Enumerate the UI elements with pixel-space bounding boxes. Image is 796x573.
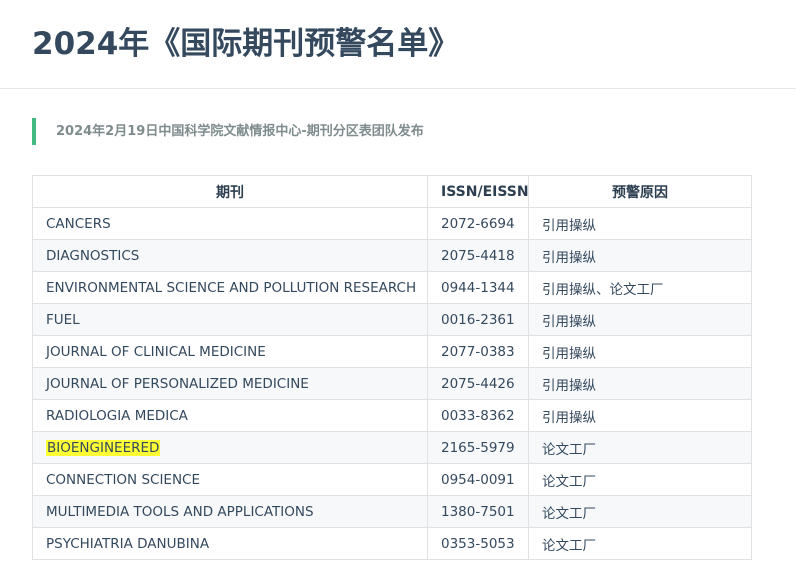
reason-cell: 论文工厂 <box>528 431 752 464</box>
journal-cell: BIOENGINEERED <box>32 431 428 464</box>
reason-cell: 论文工厂 <box>528 463 752 496</box>
journal-name: JOURNAL OF PERSONALIZED MEDICINE <box>46 375 309 392</box>
issn-cell: 2072-6694 <box>427 207 529 240</box>
table-row: CANCERS 2072-6694 引用操纵 <box>32 207 752 240</box>
issn-cell: 0033-8362 <box>427 399 529 432</box>
issn-cell: 0944-1344 <box>427 271 529 304</box>
table-row: PSYCHIATRIA DANUBINA 0353-5053 论文工厂 <box>32 527 752 560</box>
issn-cell: 1380-7501 <box>427 495 529 528</box>
journal-name: MULTIMEDIA TOOLS AND APPLICATIONS <box>46 503 314 520</box>
journal-cell: PSYCHIATRIA DANUBINA <box>32 527 428 560</box>
table-row: RADIOLOGIA MEDICA 0033-8362 引用操纵 <box>32 399 752 432</box>
table-row: DIAGNOSTICS 2075-4418 引用操纵 <box>32 239 752 272</box>
journal-warning-table: 期刊 ISSN/EISSN 预警原因 CANCERS 2072-6694 引用操纵 D… <box>32 175 752 560</box>
journal-name: PSYCHIATRIA DANUBINA <box>46 535 210 552</box>
header-issn: ISSN/EISSN <box>427 175 529 208</box>
journal-cell: CONNECTION SCIENCE <box>32 463 428 496</box>
table-row: BIOENGINEERED 2165-5979 论文工厂 <box>32 431 752 464</box>
page-title: 2024年《国际期刊预警名单》 <box>32 26 460 62</box>
reason-cell: 引用操纵 <box>528 303 752 336</box>
issn-cell: 0016-2361 <box>427 303 529 336</box>
reason-cell: 引用操纵 <box>528 335 752 368</box>
reason-cell: 引用操纵 <box>528 239 752 272</box>
header-reason: 预警原因 <box>528 175 752 208</box>
journal-name: RADIOLOGIA MEDICA <box>46 407 188 424</box>
journal-cell: ENVIRONMENTAL SCIENCE AND POLLUTION RESE… <box>32 271 428 304</box>
journal-cell: FUEL <box>32 303 428 336</box>
reason-cell: 引用操纵 <box>528 399 752 432</box>
reason-cell: 引用操纵 <box>528 207 752 240</box>
issn-cell: 2077-0383 <box>427 335 529 368</box>
reason-cell: 论文工厂 <box>528 495 752 528</box>
issn-cell: 0353-5053 <box>427 527 529 560</box>
journal-name: CANCERS <box>46 215 111 232</box>
reason-cell: 论文工厂 <box>528 527 752 560</box>
journal-cell: MULTIMEDIA TOOLS AND APPLICATIONS <box>32 495 428 528</box>
journal-cell: JOURNAL OF PERSONALIZED MEDICINE <box>32 367 428 400</box>
table-row: MULTIMEDIA TOOLS AND APPLICATIONS 1380-75… <box>32 495 752 528</box>
journal-cell: RADIOLOGIA MEDICA <box>32 399 428 432</box>
table-row: CONNECTION SCIENCE 0954-0091 论文工厂 <box>32 463 752 496</box>
journal-name: JOURNAL OF CLINICAL MEDICINE <box>46 343 266 360</box>
issn-cell: 0954-0091 <box>427 463 529 496</box>
journal-name-highlighted: BIOENGINEERED <box>46 439 161 456</box>
publication-notice: 2024年2月19日中国科学院文献情报中心-期刊分区表团队发布 <box>32 118 732 145</box>
issn-cell: 2075-4418 <box>427 239 529 272</box>
issn-cell: 2075-4426 <box>427 367 529 400</box>
table-row: JOURNAL OF CLINICAL MEDICINE 2077-0383 引用操… <box>32 335 752 368</box>
table-row: FUEL 0016-2361 引用操纵 <box>32 303 752 336</box>
table-row: ENVIRONMENTAL SCIENCE AND POLLUTION RESE… <box>32 271 752 304</box>
journal-cell: DIAGNOSTICS <box>32 239 428 272</box>
reason-cell: 引用操纵 <box>528 367 752 400</box>
issn-cell: 2165-5979 <box>427 431 529 464</box>
title-divider <box>0 88 796 89</box>
journal-cell: CANCERS <box>32 207 428 240</box>
journal-cell: JOURNAL OF CLINICAL MEDICINE <box>32 335 428 368</box>
table-header-row: 期刊 ISSN/EISSN 预警原因 <box>32 175 752 208</box>
header-journal: 期刊 <box>32 175 428 208</box>
journal-name: DIAGNOSTICS <box>46 247 140 264</box>
journal-name: CONNECTION SCIENCE <box>46 471 201 488</box>
table-body: CANCERS 2072-6694 引用操纵 DIAGNOSTICS 2075-4418… <box>32 207 752 560</box>
journal-name: FUEL <box>46 311 80 328</box>
journal-name: ENVIRONMENTAL SCIENCE AND POLLUTION RESE… <box>46 279 417 296</box>
table-row: JOURNAL OF PERSONALIZED MEDICINE 2075-442… <box>32 367 752 400</box>
reason-cell: 引用操纵、论文工厂 <box>528 271 752 304</box>
